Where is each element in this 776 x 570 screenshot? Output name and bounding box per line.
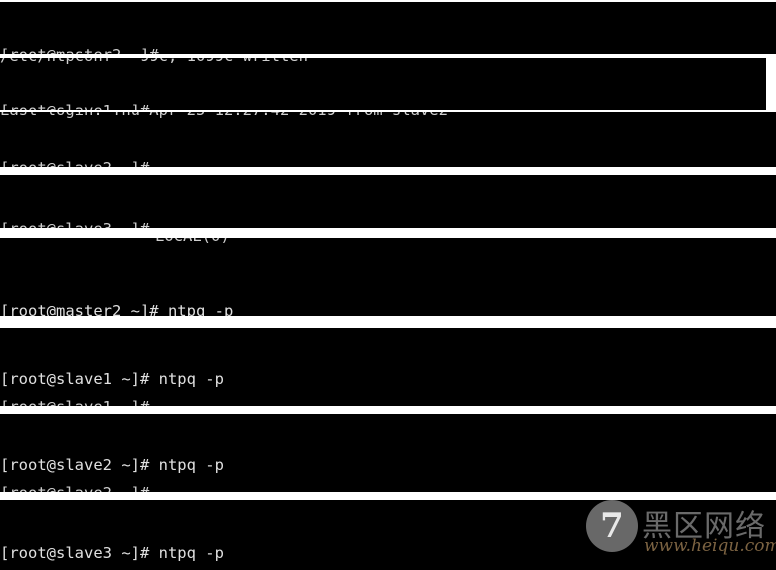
ntpq-command-line-3: [root@slave3 ~]# ntpq -p	[0, 544, 224, 562]
clipped-bottom-text-2: [root@slave2 ~]#	[0, 160, 776, 167]
terminal-block-master2-ntpq[interactable]: LOCAL(0) [root@master2 ~]# ntpq -p remot…	[0, 238, 776, 316]
ntpq-command-line-0: [root@master2 ~]# ntpq -p	[0, 302, 234, 316]
terminal-block-master2-service[interactable]: [root@master2 ~]# service ntpd start Sta…	[0, 2, 776, 54]
terminal-block-slave2-ntpq[interactable]: [root@slave2 ~]# ntpq -p remote refid st…	[0, 414, 776, 492]
clipped-top-text-3	[0, 175, 776, 183]
ntpq-command-line-2: [root@slave2 ~]# ntpq -p	[0, 456, 224, 474]
clipped-top-text-n0: LOCAL(0)	[0, 238, 776, 246]
terminal-block-slave3-ntpq[interactable]: [root@slave3 ~]# ntpq -p remote refid st…	[0, 500, 776, 570]
ntpq-command-line-1: [root@slave1 ~]# ntpq -p	[0, 370, 224, 388]
terminal-block-slave1-service[interactable]: /etc/ntpconf 99c, 1099c written [root@sl…	[0, 58, 766, 110]
terminal-block-slave2-service[interactable]: Last login: Thu Apr 25 12:27:42 2019 fro…	[0, 112, 776, 167]
terminal-block-slave1-ntpq[interactable]: [root@slave1 ~]# ntpq -p remote refid st…	[0, 328, 776, 406]
clipped-bottom-text-0: [root@master2 ~]#	[0, 47, 776, 54]
screenshot-stage: [root@master2 ~]# service ntpd start Sta…	[0, 0, 776, 570]
clipped-top-text-2: Last login: Thu Apr 25 12:27:42 2019 fro…	[0, 112, 776, 120]
clipped-bottom-text-3: [root@slave3 ~]#	[0, 221, 776, 228]
clipped-bottom-text-1: [root@slave1 ~]#	[0, 103, 766, 110]
clipped-top-text-1: /etc/ntpconf 99c, 1099c written	[0, 58, 766, 66]
clipped-bottom-text-n1: [root@slave1 ~]#	[0, 399, 776, 406]
terminal-block-slave3-service[interactable]: [root@slave3 ~]# service ntpd start Star…	[0, 175, 776, 228]
clipped-top-text-0	[0, 2, 776, 10]
clipped-bottom-text-n2: [root@slave2 ~]#	[0, 485, 776, 492]
